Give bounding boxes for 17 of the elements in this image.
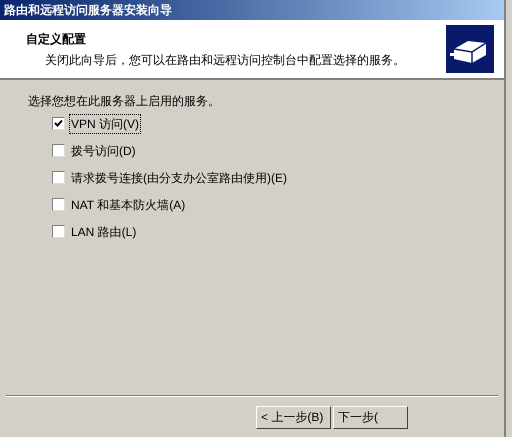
- checkbox-label[interactable]: NAT 和基本防火墙(A): [70, 196, 186, 214]
- window-title: 路由和远程访问服务器安装向导: [4, 4, 172, 16]
- server-icon: [446, 25, 494, 73]
- header-title: 自定义配置: [26, 30, 87, 48]
- wizard-button[interactable]: < 上一步(B): [256, 406, 331, 428]
- wizard-button[interactable]: 下一步(: [333, 406, 408, 428]
- checkbox[interactable]: [52, 225, 65, 238]
- prompt-text: 选择您想在此服务器上启用的服务。: [28, 93, 221, 110]
- checkbox-label[interactable]: LAN 路由(L): [70, 222, 138, 240]
- header-subtitle: 关闭此向导后，您可以在路由和远程访问控制台中配置选择的服务。: [44, 52, 405, 68]
- checkbox[interactable]: [52, 117, 65, 130]
- checkbox[interactable]: [52, 171, 65, 184]
- checkbox-label[interactable]: 请求拨号连接(由分支办公室路由使用)(E): [70, 168, 288, 186]
- checkbox[interactable]: [52, 144, 65, 157]
- checkbox-label[interactable]: 拨号访问(D): [70, 142, 137, 160]
- checkbox-label[interactable]: VPN 访问(V): [70, 114, 140, 132]
- checkbox[interactable]: [52, 198, 65, 211]
